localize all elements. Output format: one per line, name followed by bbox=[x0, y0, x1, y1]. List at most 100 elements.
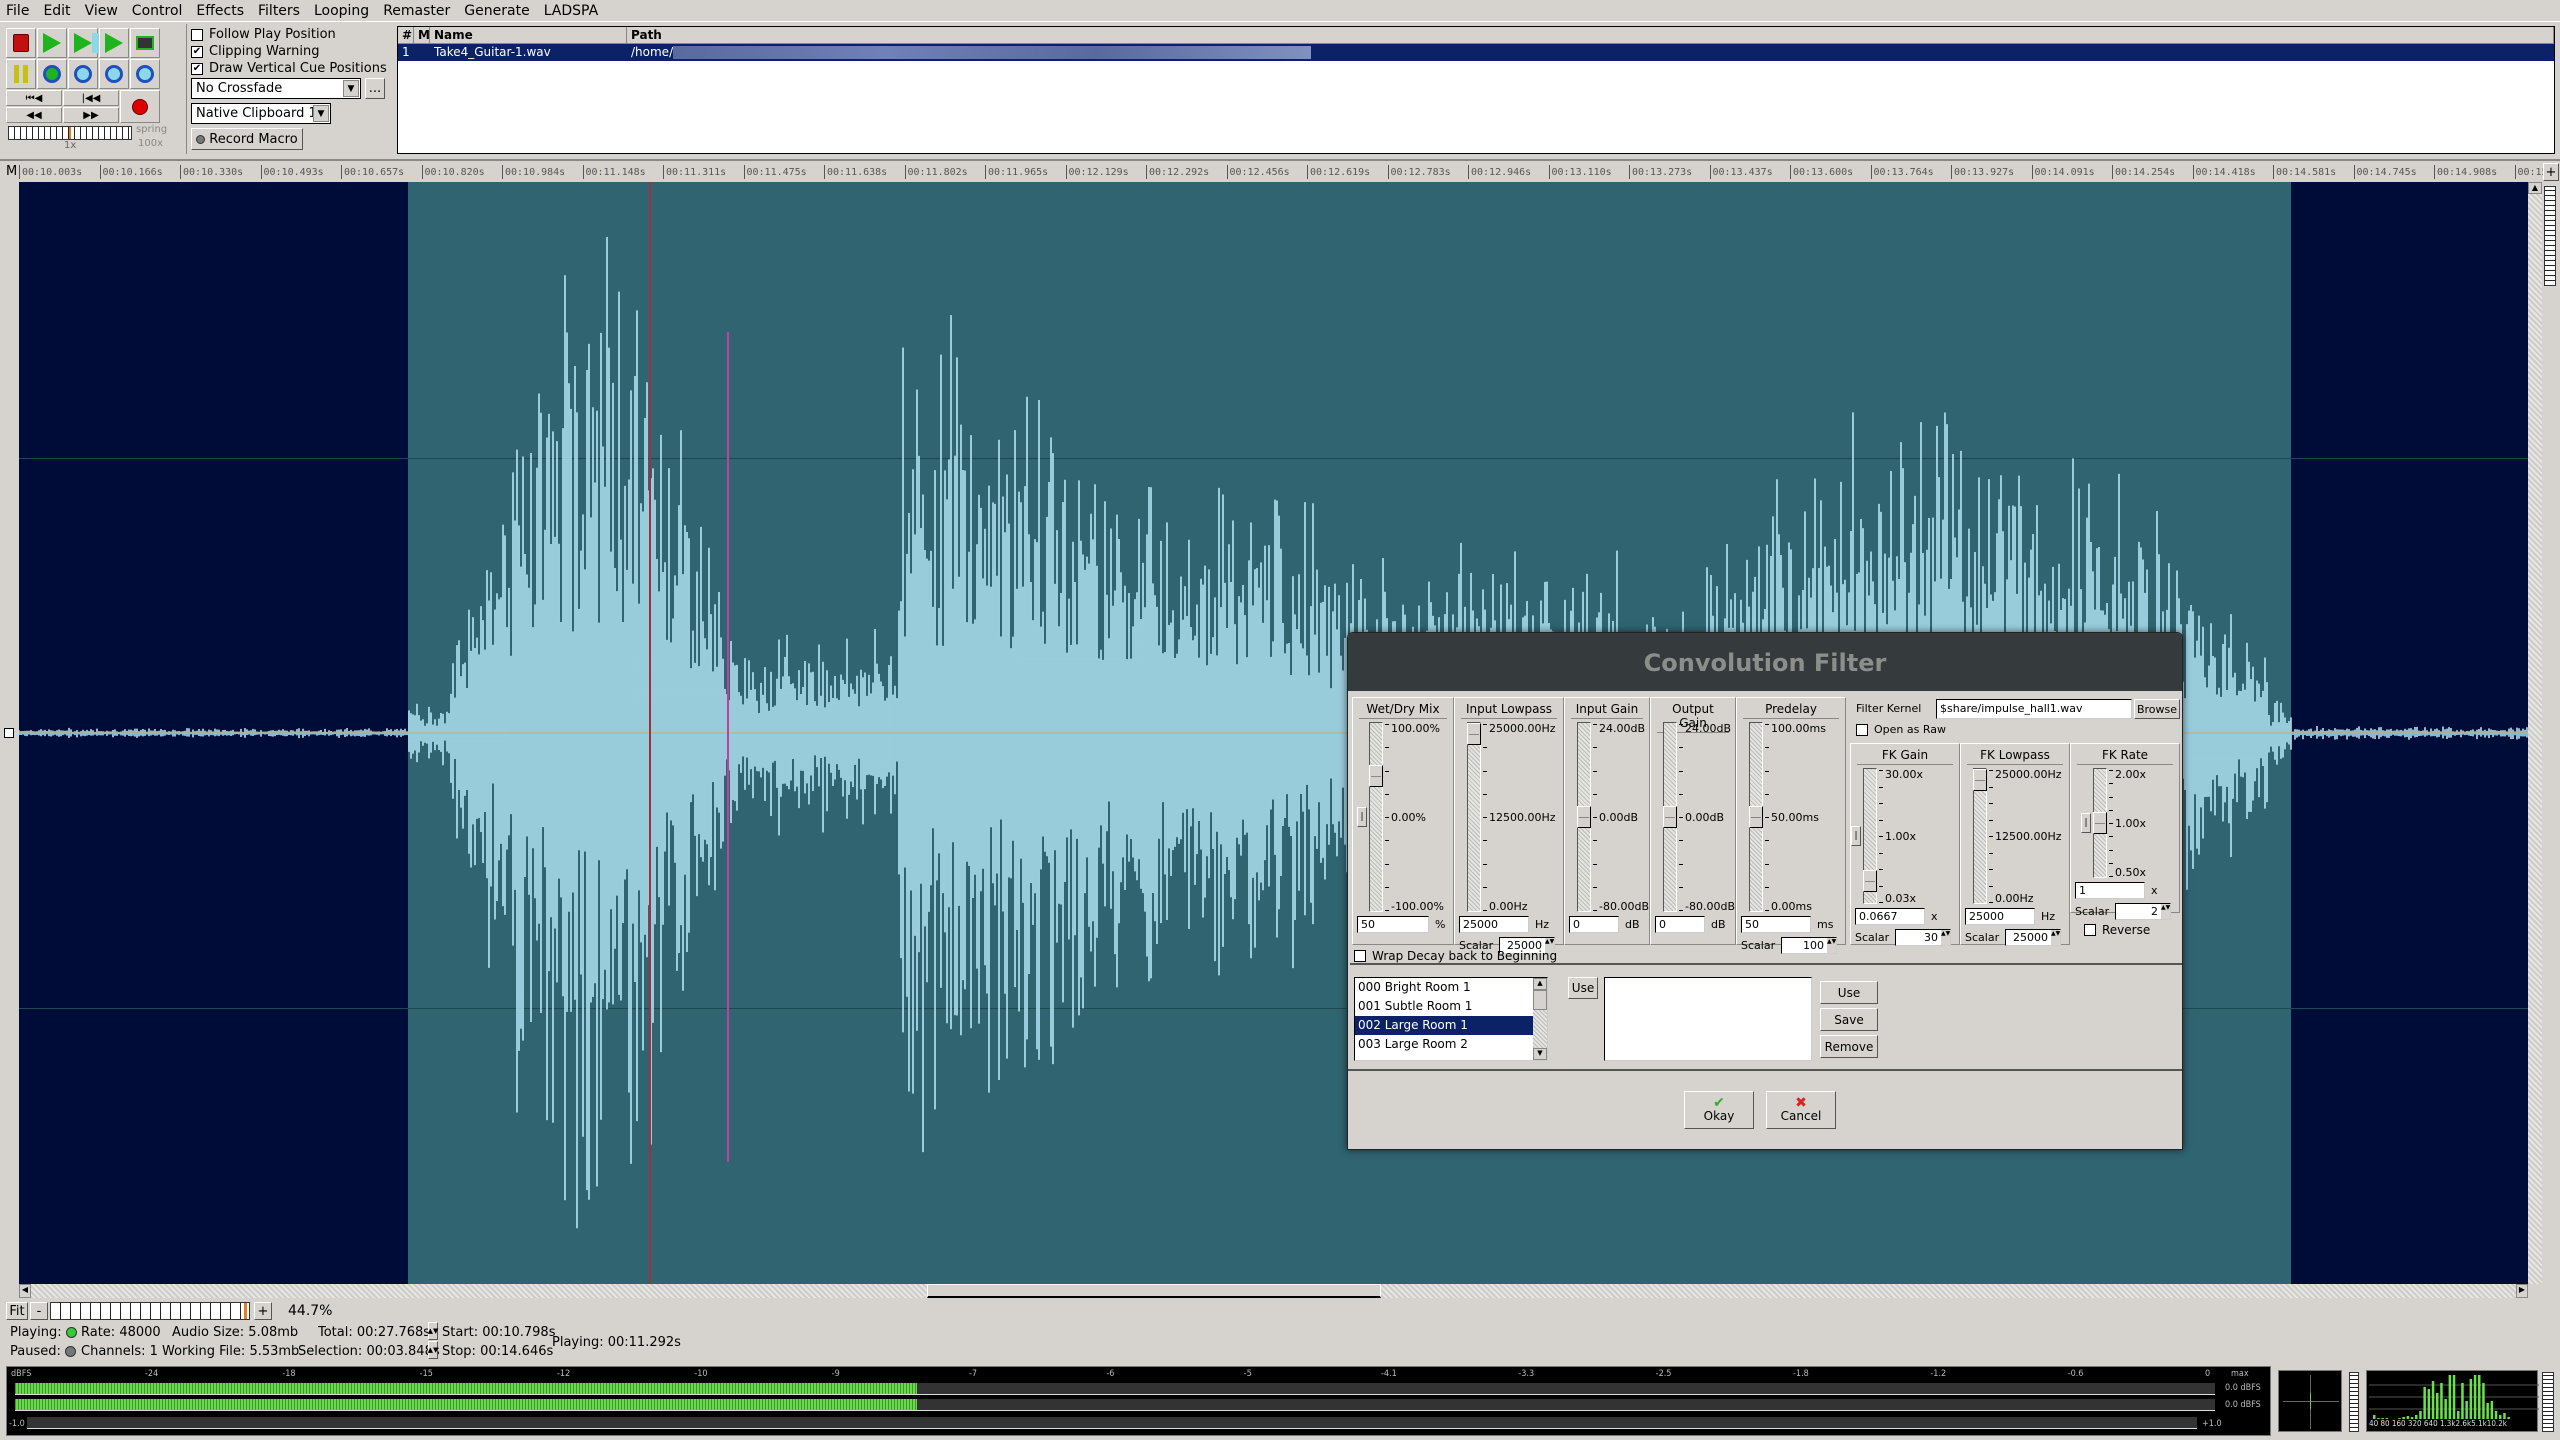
zoom-slider[interactable] bbox=[50, 1302, 250, 1320]
scroll-up-icon[interactable]: ▲ bbox=[1533, 978, 1547, 990]
slider-track[interactable] bbox=[2093, 768, 2107, 878]
analyzer-range-slider[interactable] bbox=[2542, 1372, 2554, 1432]
scroll-right-icon[interactable]: ▶ bbox=[2516, 1284, 2528, 1298]
pause-button[interactable] bbox=[6, 59, 36, 89]
zoom-thumb[interactable] bbox=[244, 1303, 247, 1319]
play-to-screen-button[interactable] bbox=[130, 28, 160, 58]
value-input[interactable]: 25000 bbox=[1459, 916, 1529, 933]
slider-thumb[interactable] bbox=[2093, 812, 2107, 834]
slider-thumb[interactable] bbox=[1577, 806, 1591, 828]
col-num[interactable]: # bbox=[398, 27, 414, 43]
crossfade-more-button[interactable]: ... bbox=[365, 78, 385, 99]
use-preset-left-button[interactable]: Use bbox=[1568, 977, 1598, 999]
fast-forward-button[interactable]: ▶▶ bbox=[63, 107, 119, 123]
scalar-spinbox[interactable]: 30 ▲▼ bbox=[1895, 929, 1951, 946]
channel-select-checkbox[interactable] bbox=[4, 728, 14, 738]
menu-view[interactable]: View bbox=[85, 3, 118, 19]
play-selection-button[interactable] bbox=[68, 28, 98, 58]
scalar-spinbox[interactable]: 25000 ▲▼ bbox=[2005, 929, 2061, 946]
follow-play-checkbox[interactable]: Follow Play Position bbox=[191, 26, 390, 43]
preset-item[interactable]: 002 Large Room 1 bbox=[1355, 1016, 1547, 1035]
zoom-out-button[interactable]: - bbox=[30, 1302, 48, 1320]
analyzer-gain-slider[interactable] bbox=[2349, 1372, 2359, 1432]
crossfade-select[interactable]: No Crossfade ▼ bbox=[191, 78, 361, 99]
record-macro-button[interactable]: Record Macro bbox=[191, 128, 303, 150]
clipping-warning-checkbox[interactable]: ✔ Clipping Warning bbox=[191, 43, 390, 60]
checkbox-box[interactable] bbox=[1354, 949, 1366, 962]
vzoom-in-button[interactable]: + bbox=[2543, 163, 2559, 181]
play-button[interactable] bbox=[37, 28, 67, 58]
time-ruler[interactable]: M 00:10.003s 00:10.166s 00:10.330s 00:10.49… bbox=[0, 159, 2560, 181]
cancel-button[interactable]: ✖ Cancel bbox=[1766, 1091, 1836, 1129]
col-path[interactable]: Path bbox=[627, 27, 2554, 43]
slider-track[interactable] bbox=[1973, 768, 1987, 904]
checkmark-icon[interactable]: ✔ bbox=[191, 62, 203, 75]
open-as-raw-checkbox[interactable]: Open as Raw bbox=[1856, 721, 1946, 738]
shuttle-thumb[interactable] bbox=[69, 127, 71, 139]
spin-arrows-icon[interactable]: ▲▼ bbox=[2051, 930, 2060, 945]
value-input[interactable]: 50 bbox=[1741, 916, 1811, 933]
start-spinner[interactable]: ▲▼ bbox=[428, 1322, 438, 1340]
shuttle-slider[interactable] bbox=[8, 126, 132, 140]
value-input[interactable]: 1 bbox=[2075, 882, 2145, 899]
menu-effects[interactable]: Effects bbox=[196, 3, 244, 19]
loop-gap-button[interactable] bbox=[99, 59, 129, 89]
play-to-end-button[interactable] bbox=[99, 28, 129, 58]
preset-scroll-thumb[interactable] bbox=[1533, 990, 1547, 1010]
menu-file[interactable]: File bbox=[6, 3, 29, 19]
okay-button[interactable]: ✔ Okay bbox=[1684, 1091, 1754, 1129]
col-m[interactable]: M bbox=[414, 27, 430, 43]
remove-button[interactable]: Remove bbox=[1820, 1035, 1878, 1058]
slider-track[interactable] bbox=[1749, 722, 1763, 912]
scalar-spinbox[interactable]: 2 ▲▼ bbox=[2115, 903, 2171, 920]
spin-arrows-icon[interactable]: ▲▼ bbox=[1941, 930, 1950, 945]
cue-line[interactable] bbox=[649, 182, 651, 1284]
slider-thumb[interactable] bbox=[1369, 764, 1383, 787]
draw-cues-checkbox[interactable]: ✔ Draw Vertical Cue Positions bbox=[191, 60, 390, 77]
jump-prev-button[interactable]: |◀◀ bbox=[63, 90, 119, 106]
checkmark-icon[interactable]: ✔ bbox=[191, 45, 203, 58]
value-input[interactable]: 0.0667 bbox=[1855, 908, 1925, 925]
slider-thumb[interactable] bbox=[1973, 769, 1987, 791]
use-button[interactable]: Use bbox=[1820, 981, 1878, 1004]
value-input[interactable]: 0 bbox=[1655, 916, 1705, 933]
menu-control[interactable]: Control bbox=[132, 3, 183, 19]
playlist-row[interactable]: 1 Take4_Guitar-1.wav /home/ bbox=[398, 44, 2554, 61]
stop-button[interactable] bbox=[6, 28, 36, 58]
browse-button[interactable]: Browse bbox=[2134, 699, 2180, 719]
jump-start-button[interactable]: ⏮◀ bbox=[6, 90, 62, 106]
scroll-left-icon[interactable]: ◀ bbox=[19, 1284, 31, 1298]
preset-name-input[interactable] bbox=[1604, 977, 1812, 1061]
slider-track[interactable] bbox=[1467, 722, 1481, 912]
checkbox-box[interactable] bbox=[191, 28, 203, 41]
stop-spinner[interactable]: ▲▼ bbox=[428, 1341, 438, 1359]
save-button[interactable]: Save bbox=[1820, 1008, 1878, 1031]
clipboard-select[interactable]: Native Clipboard 1 ▼ bbox=[191, 103, 331, 124]
reverse-checkbox[interactable]: Reverse bbox=[2084, 921, 2150, 938]
slider-track[interactable] bbox=[1663, 722, 1677, 912]
checkbox-box[interactable] bbox=[2084, 923, 2096, 936]
slider-track[interactable] bbox=[1577, 722, 1591, 912]
slider-thumb[interactable] bbox=[1467, 723, 1481, 745]
slider-track[interactable] bbox=[1863, 768, 1877, 904]
vertical-zoom-slider[interactable] bbox=[2544, 186, 2556, 286]
zoom-in-button[interactable]: + bbox=[254, 1302, 272, 1320]
menu-generate[interactable]: Generate bbox=[464, 3, 529, 19]
vertical-scrollbar[interactable]: ▲ bbox=[2528, 182, 2542, 1284]
horizontal-scrollbar[interactable]: ◀ ▶ bbox=[19, 1284, 2528, 1298]
filter-kernel-input[interactable]: $share/impulse_hall1.wav bbox=[1936, 699, 2132, 719]
horizontal-scroll-thumb[interactable] bbox=[927, 1284, 1381, 1298]
preset-list[interactable]: 000 Bright Room 1 001 Subtle Room 1 002 La… bbox=[1354, 977, 1548, 1061]
col-name[interactable]: Name bbox=[430, 27, 627, 43]
center-slider-button[interactable]: | bbox=[2081, 813, 2091, 833]
spin-arrows-icon[interactable]: ▲▼ bbox=[2161, 904, 2170, 919]
menu-remaster[interactable]: Remaster bbox=[383, 3, 450, 19]
scroll-down-icon[interactable]: ▼ bbox=[1533, 1048, 1547, 1060]
preset-item[interactable]: 000 Bright Room 1 bbox=[1355, 978, 1547, 997]
zoom-fit-button[interactable]: Fit bbox=[6, 1302, 28, 1320]
value-input[interactable]: 50 bbox=[1357, 916, 1429, 933]
center-slider-button[interactable]: | bbox=[1851, 826, 1861, 846]
slider-thumb[interactable] bbox=[1863, 869, 1877, 892]
menu-edit[interactable]: Edit bbox=[43, 3, 70, 19]
menu-looping[interactable]: Looping bbox=[314, 3, 369, 19]
